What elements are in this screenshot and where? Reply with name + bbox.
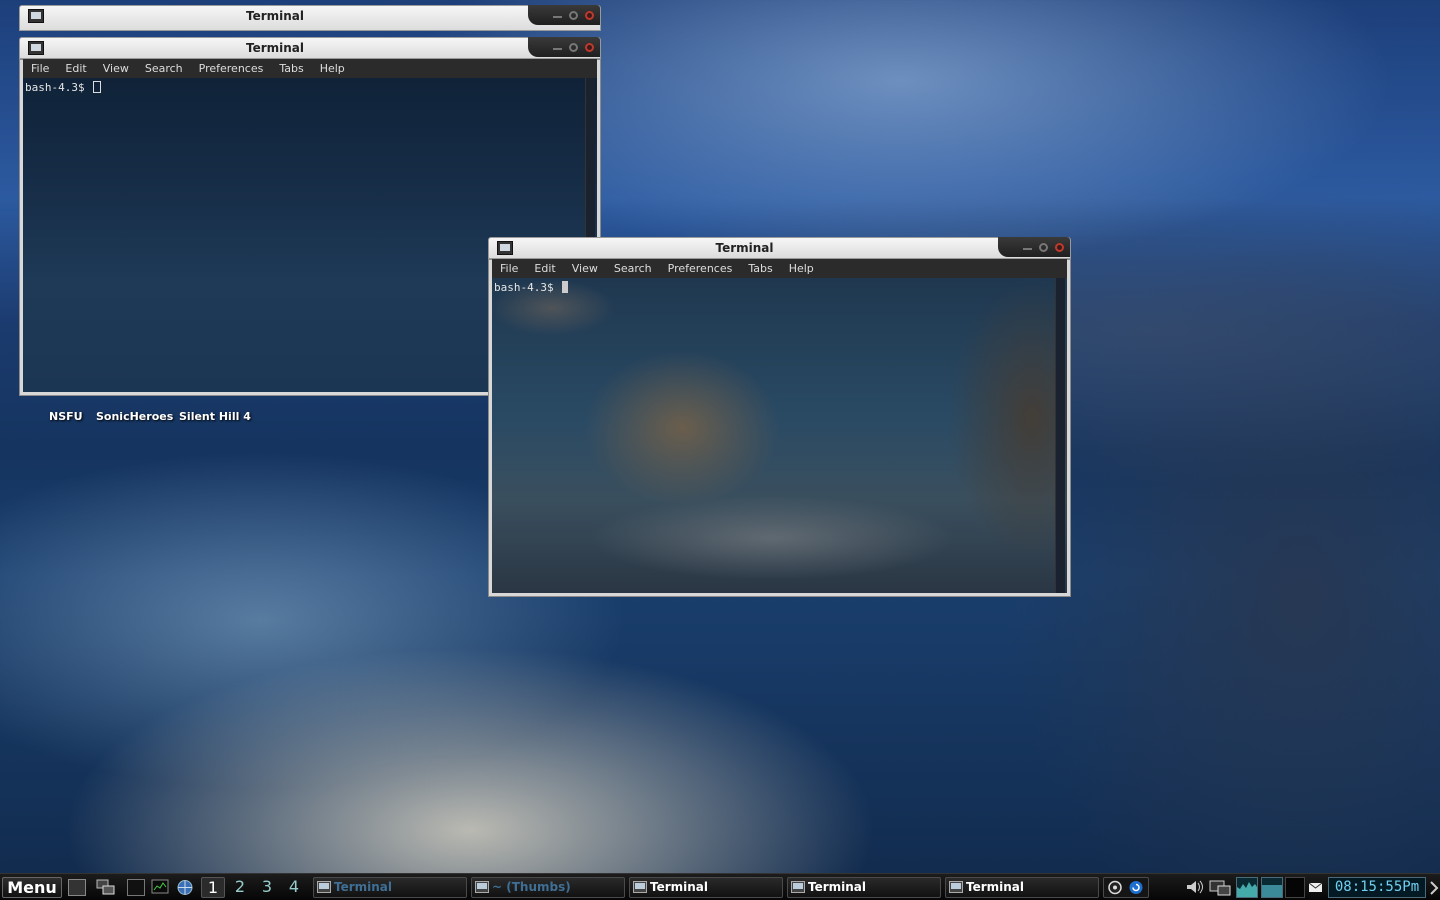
window-titlebar[interactable]: Terminal <box>488 237 1071 259</box>
cpu-graph-icon <box>1236 877 1258 898</box>
menu-file[interactable]: File <box>492 262 526 275</box>
workspace-3[interactable]: 3 <box>255 877 279 898</box>
memory-graph-icon <box>1261 877 1283 898</box>
task-label: Terminal <box>650 880 709 894</box>
menu-edit[interactable]: Edit <box>526 262 563 275</box>
terminal-icon <box>791 881 805 893</box>
window-titlebar[interactable]: Terminal <box>19 37 601 59</box>
menu-preferences[interactable]: Preferences <box>191 62 272 75</box>
terminal-icon <box>317 881 331 893</box>
menu-file[interactable]: File <box>23 62 57 75</box>
workspace-1[interactable]: 1 <box>201 877 225 898</box>
folder-icon <box>475 881 489 893</box>
maximize-button[interactable] <box>569 10 578 20</box>
scrollbar[interactable] <box>1055 278 1065 593</box>
minimize-button[interactable] <box>553 12 562 18</box>
workspace-4[interactable]: 4 <box>282 877 306 898</box>
mail-icon[interactable] <box>1308 880 1326 897</box>
terminal-window-back[interactable]: Terminal <box>19 5 601 31</box>
menubar: File Edit View Search Preferences Tabs H… <box>23 59 597 78</box>
task-label: Terminal <box>808 880 867 894</box>
taskbar: Menu 1 2 3 4 Terminal ~ (Thumbs) Termina… <box>0 873 1440 900</box>
menu-tabs[interactable]: Tabs <box>271 62 311 75</box>
swap-graph-icon <box>1285 877 1305 898</box>
menu-tabs[interactable]: Tabs <box>740 262 780 275</box>
menu-preferences[interactable]: Preferences <box>660 262 741 275</box>
windows-icon[interactable] <box>96 879 115 896</box>
window-controls <box>528 5 600 25</box>
window-title: Terminal <box>245 41 305 55</box>
terminal-window-active[interactable]: Terminal File Edit View Search Preferenc… <box>488 237 1071 597</box>
menu-search[interactable]: Search <box>137 62 191 75</box>
window-title: Terminal <box>245 9 305 23</box>
menu-view[interactable]: View <box>564 262 606 275</box>
task-button[interactable]: Terminal <box>945 877 1099 898</box>
task-button[interactable]: Terminal <box>629 877 783 898</box>
terminal-prompt: bash-4.3$ <box>25 81 102 94</box>
menu-edit[interactable]: Edit <box>57 62 94 75</box>
maximize-button[interactable] <box>1039 242 1048 252</box>
prompt-text: bash-4.3$ <box>494 281 561 294</box>
menu-button[interactable]: Menu <box>2 877 62 898</box>
minimize-button[interactable] <box>1023 244 1032 250</box>
task-button[interactable]: Terminal <box>787 877 941 898</box>
steam-icon[interactable] <box>1104 878 1150 897</box>
terminal-launcher-icon[interactable] <box>127 879 145 896</box>
close-button[interactable] <box>1055 242 1064 252</box>
window-controls <box>998 237 1070 257</box>
terminal-icon <box>633 881 647 893</box>
workspace-2[interactable]: 2 <box>228 877 252 898</box>
show-desktop-icon[interactable] <box>68 879 86 896</box>
text-cursor <box>562 281 569 293</box>
window-titlebar[interactable]: Terminal <box>19 5 601 31</box>
terminal-prompt: bash-4.3$ <box>494 281 569 294</box>
prompt-text: bash-4.3$ <box>25 81 92 94</box>
window-controls <box>528 37 600 57</box>
task-button[interactable]: ~ (Thumbs) <box>471 877 625 898</box>
system-tray-apps <box>1103 877 1149 898</box>
menubar: File Edit View Search Preferences Tabs H… <box>492 259 1067 278</box>
monitor-icon[interactable] <box>151 879 169 896</box>
desktop-icon-silent-hill-4-label[interactable]: Silent Hill 4 <box>179 410 251 423</box>
window-title: Terminal <box>715 241 774 255</box>
arrow-icon[interactable] <box>1429 880 1439 897</box>
task-label: Terminal <box>334 880 393 894</box>
desktop-icon-nsfu-label[interactable]: NSFU <box>49 410 83 423</box>
menu-help[interactable]: Help <box>312 62 353 75</box>
close-button[interactable] <box>585 42 594 52</box>
menu-help[interactable]: Help <box>781 262 822 275</box>
browser-icon[interactable] <box>176 879 194 896</box>
clock[interactable]: 08:15:55Pm <box>1328 877 1426 898</box>
network-icon[interactable] <box>1209 878 1231 896</box>
terminal-icon <box>949 881 963 893</box>
menu-view[interactable]: View <box>95 62 137 75</box>
task-label: ~ (Thumbs) <box>492 880 571 894</box>
menu-search[interactable]: Search <box>606 262 660 275</box>
terminal-output[interactable]: bash-4.3$ <box>492 278 1067 593</box>
desktop-icon-sonicheroes-label[interactable]: SonicHeroes <box>96 410 173 423</box>
task-label: Terminal <box>966 880 1025 894</box>
volume-icon[interactable] <box>1185 878 1203 895</box>
task-button[interactable]: Terminal <box>313 877 467 898</box>
close-button[interactable] <box>585 10 594 20</box>
maximize-button[interactable] <box>569 42 578 52</box>
minimize-button[interactable] <box>553 44 562 50</box>
text-cursor <box>93 81 102 93</box>
